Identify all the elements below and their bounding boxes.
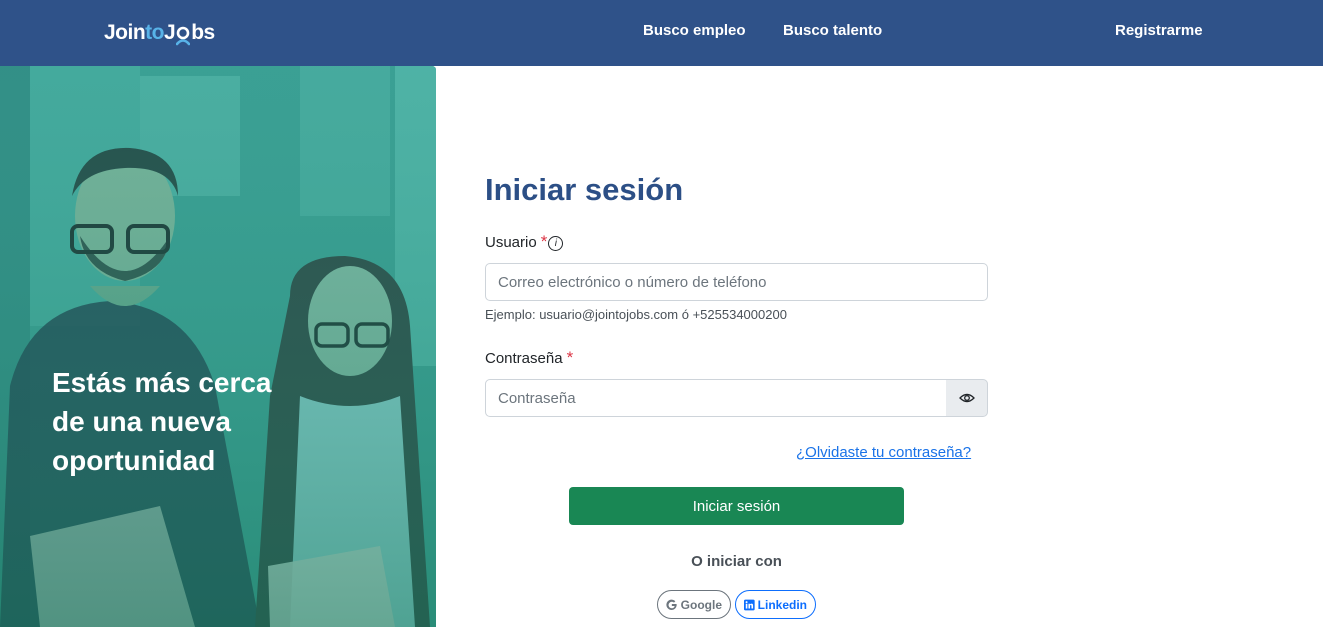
nav-busco-talento[interactable]: Busco talento (783, 22, 882, 39)
hero-line-3: oportunidad (52, 445, 216, 476)
page-title: Iniciar sesión (485, 172, 684, 207)
google-login-button[interactable]: Google (657, 590, 731, 619)
or-login-with-text: O iniciar con (691, 553, 782, 570)
toggle-password-button[interactable] (946, 379, 988, 417)
usuario-label: Usuario (485, 234, 537, 251)
logo-text-to: to (145, 21, 164, 44)
password-label-row: Contraseña * (485, 348, 573, 368)
password-label: Contraseña (485, 350, 563, 367)
linkedin-label: Linkedin (757, 597, 807, 612)
info-icon[interactable]: i (548, 236, 564, 251)
nav-registrarme[interactable]: Registrarme (1115, 22, 1203, 39)
google-icon (666, 599, 677, 610)
linkedin-login-button[interactable]: Linkedin (735, 590, 816, 619)
hero-headline: Estás más cerca de una nueva oportunidad (52, 363, 372, 480)
logo-text-join: Join (104, 21, 146, 44)
google-label: Google (680, 597, 722, 612)
forgot-password-link[interactable]: ¿Olvidaste tu contraseña? (796, 444, 971, 461)
login-submit-button[interactable]: Iniciar sesión (569, 487, 904, 525)
eye-icon (958, 393, 975, 403)
required-asterisk: * (540, 232, 548, 251)
password-input[interactable] (485, 379, 947, 417)
linkedin-icon (744, 599, 755, 610)
required-asterisk: * (566, 348, 574, 367)
logo-text-j: J (164, 21, 176, 44)
top-navbar: Join to J bs Busco empleo Busco talento … (0, 0, 1323, 66)
logo-person-icon (175, 22, 191, 46)
hero-panel: Estás más cerca de una nueva oportunidad (0, 66, 436, 627)
hero-line-2: de una nueva (52, 406, 231, 437)
usuario-hint: Ejemplo: usuario@jointojobs.com ó +52553… (485, 307, 787, 322)
logo-text-bs: bs (191, 21, 215, 44)
nav-busco-empleo[interactable]: Busco empleo (643, 22, 746, 39)
jointojobs-logo[interactable]: Join to J bs (104, 18, 215, 48)
hero-line-1: Estás más cerca (52, 367, 272, 398)
usuario-label-row: Usuario * i (485, 232, 564, 252)
hero-people-illustration (0, 66, 436, 627)
usuario-input[interactable] (485, 263, 988, 301)
